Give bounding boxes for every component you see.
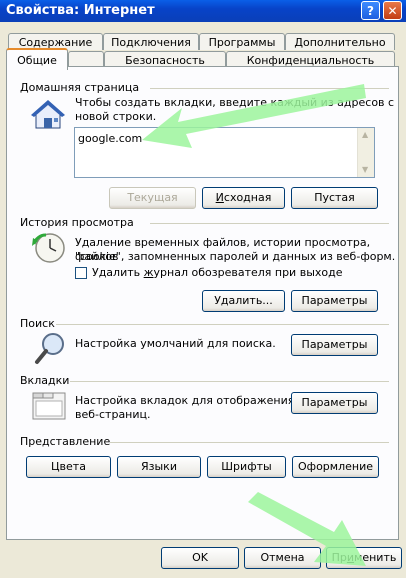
- home-page-address-value: google.com: [78, 132, 143, 145]
- close-button[interactable]: ✕: [383, 1, 402, 20]
- colors-button[interactable]: Цвета: [26, 456, 111, 478]
- clock-history-icon: [32, 233, 65, 263]
- languages-button[interactable]: Языки: [117, 456, 201, 478]
- tab-advanced[interactable]: Дополнительно: [285, 33, 395, 50]
- magnifier-icon: [35, 333, 64, 364]
- home-description-line2: новой строки.: [75, 110, 157, 123]
- delete-history-label-c: урнал обозревателя при выходе: [153, 266, 343, 279]
- window-title: Свойства: Интернет: [6, 3, 155, 18]
- tabs-description-line2: веб-страниц.: [75, 408, 151, 421]
- delete-history-label-a: Удалить: [92, 266, 144, 279]
- tabs-description-line1: Настройка вкладок для отображения: [75, 394, 295, 407]
- use-default-label: сходная: [223, 191, 272, 204]
- address-scrollbar[interactable]: ▲ ▼: [357, 128, 374, 177]
- help-button[interactable]: ?: [361, 1, 380, 20]
- home-section-rule: [150, 88, 389, 89]
- history-description-line2: "cookie", запомненных паролей и данных и…: [75, 250, 396, 263]
- apply-label-rest: менить: [354, 551, 397, 564]
- home-description-line1: Чтобы создать вкладки, введите каждый из…: [75, 96, 395, 109]
- delete-history-button[interactable]: Удалить...: [202, 290, 285, 312]
- delete-history-label-accel: ж: [143, 266, 154, 279]
- apply-label-accel: и: [346, 551, 355, 564]
- title-bar[interactable]: Свойства: Интернет ? ✕: [0, 0, 406, 22]
- tabs-section-rule: [70, 381, 389, 382]
- history-section-rule: [150, 223, 389, 224]
- apply-label-prefix: Пр: [331, 551, 347, 564]
- tabs-settings-button[interactable]: Параметры: [291, 392, 378, 414]
- use-default-accel: И: [215, 191, 224, 204]
- search-settings-button[interactable]: Параметры: [291, 334, 378, 356]
- delete-history-on-exit-checkbox[interactable]: [75, 267, 87, 279]
- search-section-rule: [56, 324, 389, 325]
- apply-button[interactable]: Применить: [326, 547, 402, 569]
- house-icon: [31, 100, 65, 129]
- home-page-address-input[interactable]: google.com ▲ ▼: [74, 127, 375, 178]
- tabs-section-title: Вкладки: [20, 374, 70, 387]
- search-section-title: Поиск: [20, 317, 55, 330]
- use-blank-button[interactable]: Пустая: [291, 187, 378, 209]
- ok-button[interactable]: OK: [161, 547, 239, 569]
- history-section-title: История просмотра: [20, 216, 134, 229]
- accessibility-button[interactable]: Оформление: [292, 456, 379, 478]
- use-current-button[interactable]: Текущая: [109, 187, 196, 209]
- internet-options-window: Свойства: Интернет ? ✕ Содержание Подклю…: [0, 0, 406, 578]
- tab-programs[interactable]: Программы: [199, 33, 285, 50]
- scroll-up-icon[interactable]: ▲: [362, 130, 368, 139]
- cancel-button[interactable]: Отмена: [244, 547, 321, 569]
- history-settings-button[interactable]: Параметры: [291, 290, 378, 312]
- tabs-window-icon: [32, 392, 66, 420]
- appearance-section-rule: [110, 442, 389, 443]
- search-description: Настройка умолчаний для поиска.: [75, 337, 276, 350]
- appearance-section-title: Представление: [20, 435, 111, 448]
- home-section-title: Домашняя страница: [20, 81, 140, 94]
- scroll-down-icon[interactable]: ▼: [362, 165, 368, 174]
- use-default-button[interactable]: Исходная: [202, 187, 285, 209]
- fonts-button[interactable]: Шрифты: [207, 456, 286, 478]
- delete-history-on-exit-label[interactable]: Удалить журнал обозревателя при выходе: [92, 266, 343, 280]
- tab-general[interactable]: Общие: [6, 48, 68, 70]
- tab-connections[interactable]: Подключения: [103, 33, 199, 50]
